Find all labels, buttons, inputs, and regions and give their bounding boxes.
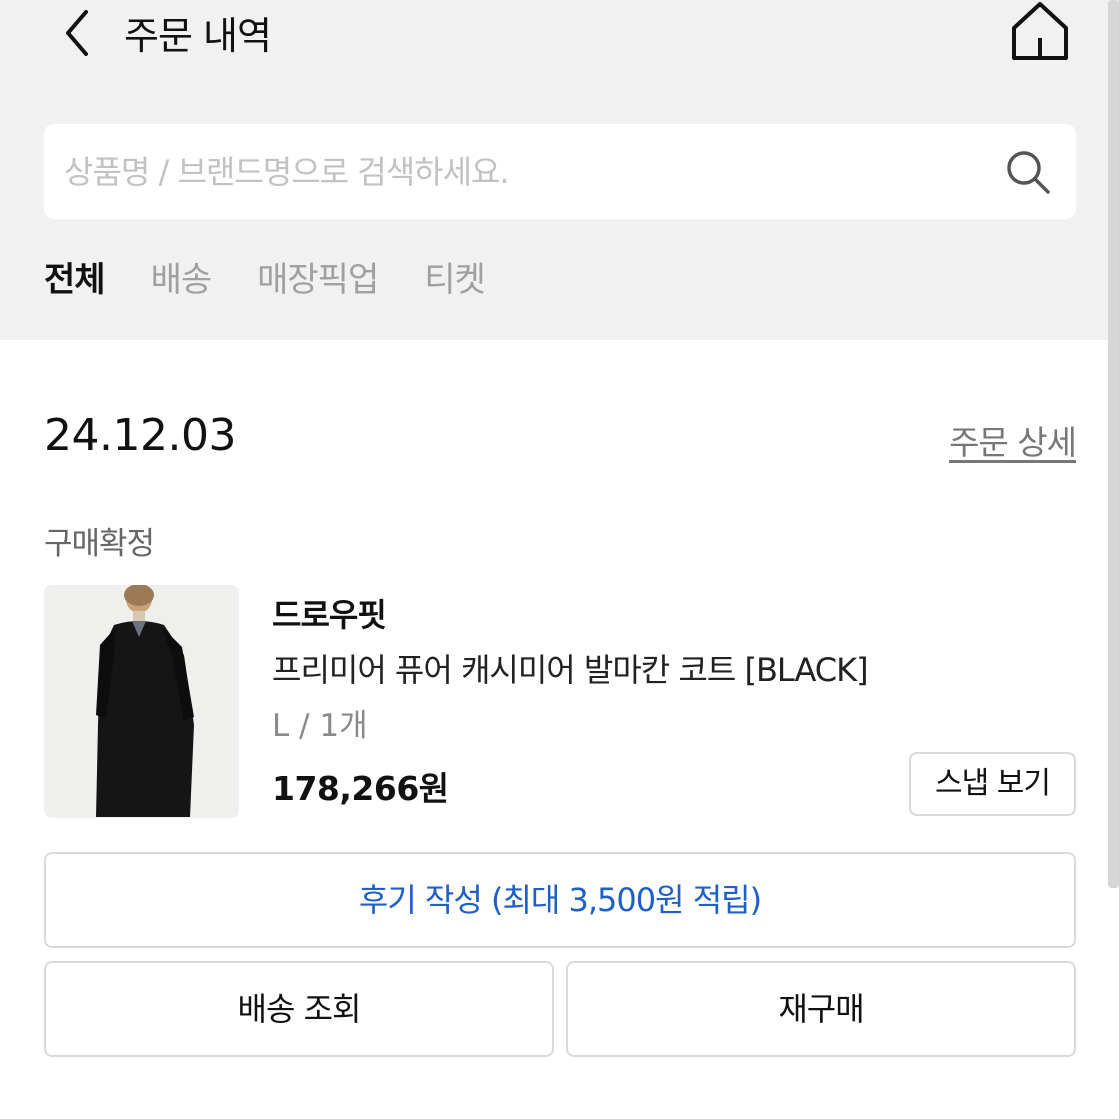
search-box [44, 124, 1076, 219]
track-delivery-button[interactable]: 배송 조회 [44, 961, 554, 1057]
chevron-left-icon [66, 10, 88, 56]
scrollbar[interactable] [1108, 0, 1119, 888]
brand-name[interactable]: 드로우핏 [272, 590, 387, 636]
product-price: 178,266원 [272, 769, 449, 808]
back-button[interactable] [56, 6, 100, 56]
header: 주문 내역 [0, 0, 1119, 64]
order-detail-link[interactable]: 주문 상세 [949, 416, 1077, 464]
product-option: L / 1개 [272, 708, 368, 744]
filter-tabs: 전체 배송 매장픽업 티켓 [44, 252, 531, 312]
order-status: 구매확정 [44, 526, 155, 562]
tab-store-pickup[interactable]: 매장픽업 [257, 252, 379, 312]
order-date: 24.12.03 [44, 410, 236, 461]
search-input[interactable] [64, 144, 984, 200]
rebuy-button[interactable]: 재구매 [566, 961, 1076, 1057]
page-title: 주문 내역 [124, 14, 272, 58]
search-icon[interactable] [1004, 148, 1052, 196]
order-history-screen: 주문 내역 전체 배송 매장픽업 티켓 24.12.03 주문 상세 구 [0, 0, 1119, 1119]
home-button[interactable] [1008, 0, 1072, 62]
top-area: 주문 내역 전체 배송 매장픽업 티켓 [0, 0, 1119, 340]
snap-view-button[interactable]: 스냅 보기 [909, 752, 1076, 816]
product-image[interactable] [44, 585, 239, 818]
write-review-button[interactable]: 후기 작성 (최대 3,500원 적립) [44, 852, 1076, 948]
tab-all[interactable]: 전체 [44, 252, 106, 312]
product-name[interactable]: 프리미어 퓨어 캐시미어 발마칸 코트 [BLACK] [272, 645, 869, 691]
tab-delivery[interactable]: 배송 [151, 252, 213, 312]
home-icon [1012, 2, 1068, 60]
tab-ticket[interactable]: 티켓 [424, 252, 486, 312]
